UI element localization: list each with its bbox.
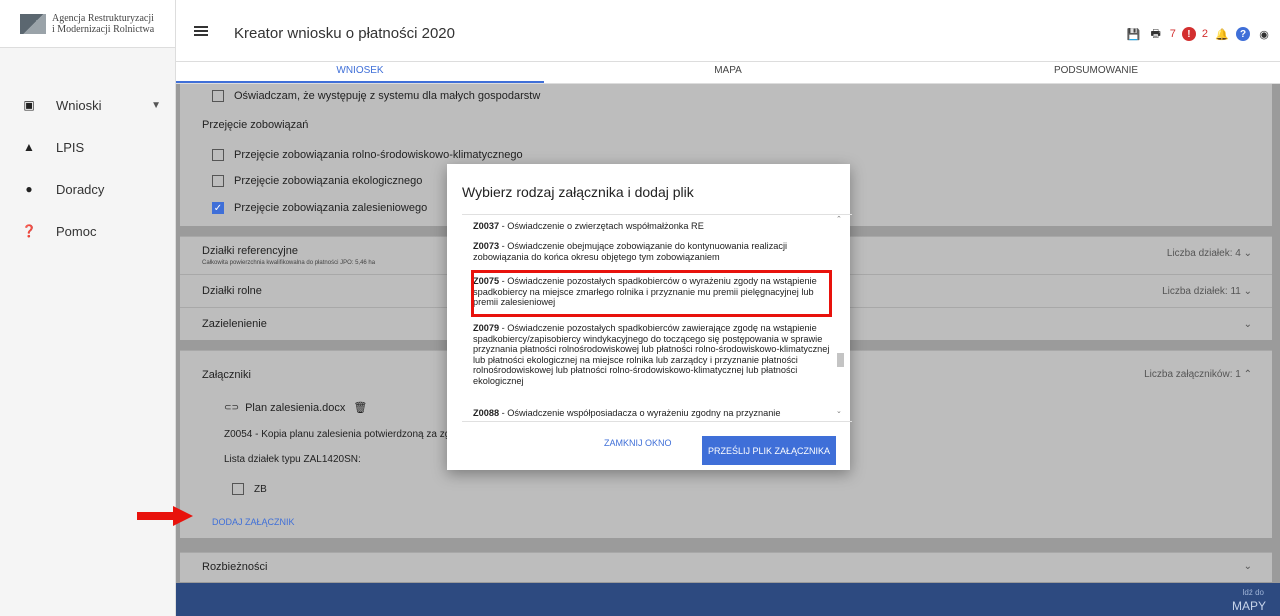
option-z0088[interactable]: Z0088 - Oświadczenie współposiadacza o w… <box>473 408 833 419</box>
option-z0079[interactable]: Z0079 - Oświadczenie pozostałych spadkob… <box>473 323 833 386</box>
go-to-maps-bar[interactable]: Idź do MAPY <box>176 583 1280 616</box>
attachments-title: Załączniki <box>202 369 251 381</box>
option-z0073[interactable]: Z0073 - Oświadczenie obejmujące zobowiąz… <box>473 241 833 262</box>
sidebar-item-label: Wnioski <box>56 97 102 113</box>
takeover-forest-label: Przejęcie zobowiązania zalesieniowego <box>234 202 428 214</box>
menu-icon[interactable] <box>194 26 208 36</box>
page-title: Kreator wniosku o płatności 2020 <box>234 25 455 42</box>
mountain-icon: ▲ <box>23 140 35 154</box>
sidebar-item-label: Pomoc <box>56 223 97 239</box>
save-icon[interactable]: 💾 <box>1126 26 1142 42</box>
bell-icon[interactable]: 🔔 <box>1214 26 1230 42</box>
sidebar-item-label: Doradcy <box>56 181 105 197</box>
attachment-file-name[interactable]: Plan zalesienia.docx <box>245 402 345 414</box>
upload-attachment-button[interactable]: PRZEŚLIJ PLIK ZAŁĄCZNIKA <box>702 436 836 465</box>
help-icon: ❓ <box>21 224 37 238</box>
logo-line-1: Agencja Restrukturyzacji <box>52 12 154 24</box>
warning-count: 7 <box>1169 28 1176 40</box>
chevron-down-icon: ⌄ <box>1243 286 1252 297</box>
attachment-file: ⊂⊃ Plan zalesienia.docx 🗑 <box>224 401 367 415</box>
ref-plots-title: Działki referencyjne <box>202 245 298 257</box>
chevron-down-icon: ⌄ <box>1243 319 1252 330</box>
discrepancies-section[interactable]: Rozbieżności ⌄ <box>180 552 1272 582</box>
chevron-down-icon: ▼ <box>151 99 161 111</box>
agri-plots-count: Liczba działek: 11 <box>1162 286 1241 297</box>
attachment-icon: ⊂⊃ <box>224 402 240 412</box>
ref-plots-count: Liczba działek: 4 <box>1166 248 1241 259</box>
print-icon[interactable]: 🖶 <box>1148 26 1164 42</box>
list-scrollbar[interactable]: ⌃ ⌄ <box>836 215 844 418</box>
sidebar-item-label: LPIS <box>56 139 85 155</box>
scroll-up-icon[interactable]: ⌃ <box>836 215 842 223</box>
attachment-type-list[interactable]: Z0037 - Oświadczenie o zwierzętach współ… <box>462 214 852 422</box>
logo-line-2: i Modernizacji Rolnictwa <box>52 23 155 35</box>
chevron-up-icon: ⌃ <box>1243 369 1252 380</box>
takeover-eco-checkbox[interactable] <box>212 175 224 187</box>
plot-zb-label: ZB <box>254 483 267 495</box>
maps-label: MAPY <box>1231 599 1266 613</box>
chevron-down-icon: ⌄ <box>1243 248 1252 259</box>
sidebar-item-doradcy[interactable]: ● Doradcy <box>0 168 175 210</box>
takeover-heading: Przejęcie zobowiązań <box>202 119 309 131</box>
takeover-eco-label: Przejęcie zobowiązania ekologicznego <box>234 175 423 187</box>
scroll-down-icon[interactable]: ⌄ <box>836 407 842 415</box>
discrepancies-title: Rozbieżności <box>202 561 268 573</box>
agri-plots-title: Działki rolne <box>202 285 262 297</box>
ref-plots-subtitle: Całkowita powierzchnia kwalifikowalna do… <box>202 260 376 266</box>
tab-mapa[interactable]: MAPA <box>544 62 912 83</box>
top-bar: Kreator wniosku o płatności 2020 💾 🖶 7 !… <box>176 0 1280 62</box>
tab-bar: WNIOSEK MAPA PODSUMOWANIE <box>176 62 1280 84</box>
attachments-count: Liczba załączników: 1 <box>1144 369 1241 380</box>
plot-list-label: Lista działek typu ZAL1420SN: <box>224 454 361 465</box>
dialog-title: Wybierz rodzaj załącznika i dodaj plik <box>462 184 694 200</box>
attachment-type-dialog: Wybierz rodzaj załącznika i dodaj plik Z… <box>447 164 852 470</box>
greening-title: Zazielenienie <box>202 318 267 330</box>
go-to-label: Idź do <box>1242 588 1264 597</box>
close-dialog-button[interactable]: ZAMKNIJ OKNO <box>604 438 672 448</box>
notification-count: 2 <box>1201 28 1208 40</box>
tab-wniosek[interactable]: WNIOSEK <box>176 62 544 83</box>
help-icon[interactable]: ? <box>1236 27 1250 41</box>
takeover-agri-env-label: Przejęcie zobowiązania rolno-środowiskow… <box>234 149 523 161</box>
small-farms-label: Oświadczam, że występuję z systemu dla m… <box>234 90 541 102</box>
trash-icon[interactable]: 🗑 <box>353 401 367 414</box>
arimr-logo[interactable]: Agencja Restrukturyzacji i Modernizacji … <box>0 0 175 48</box>
top-icons: 💾 🖶 7 ! 2 🔔 ? ◉ <box>1126 26 1272 42</box>
scroll-thumb[interactable] <box>837 353 844 367</box>
tab-podsumowanie[interactable]: PODSUMOWANIE <box>912 62 1280 83</box>
annotation-arrow-icon <box>137 506 195 526</box>
plot-zb-checkbox[interactable] <box>232 483 244 495</box>
attachment-description: Z0054 - Kopia planu zalesienia potwierdz… <box>224 429 451 440</box>
takeover-forest-checkbox[interactable]: ✓ <box>212 202 224 214</box>
logo-mark-icon <box>20 13 46 34</box>
takeover-agri-env-checkbox[interactable] <box>212 149 224 161</box>
highlight-box <box>471 270 832 317</box>
error-icon[interactable]: ! <box>1181 27 1196 41</box>
small-farms-checkbox[interactable] <box>212 90 224 102</box>
account-icon[interactable]: ◉ <box>1256 26 1272 42</box>
chevron-down-icon: ⌄ <box>1243 561 1252 572</box>
sidebar-item-pomoc[interactable]: ❓ Pomoc <box>0 210 175 252</box>
person-icon: ● <box>25 182 33 196</box>
sidebar-item-wnioski[interactable]: ▣ Wnioski ▼ <box>0 84 175 126</box>
add-attachment-button[interactable]: DODAJ ZAŁĄCZNIK <box>212 517 295 527</box>
sidebar-item-lpis[interactable]: ▲ LPIS <box>0 126 175 168</box>
clipboard-icon: ▣ <box>23 98 35 112</box>
option-z0037[interactable]: Z0037 - Oświadczenie o zwierzętach współ… <box>473 221 833 232</box>
